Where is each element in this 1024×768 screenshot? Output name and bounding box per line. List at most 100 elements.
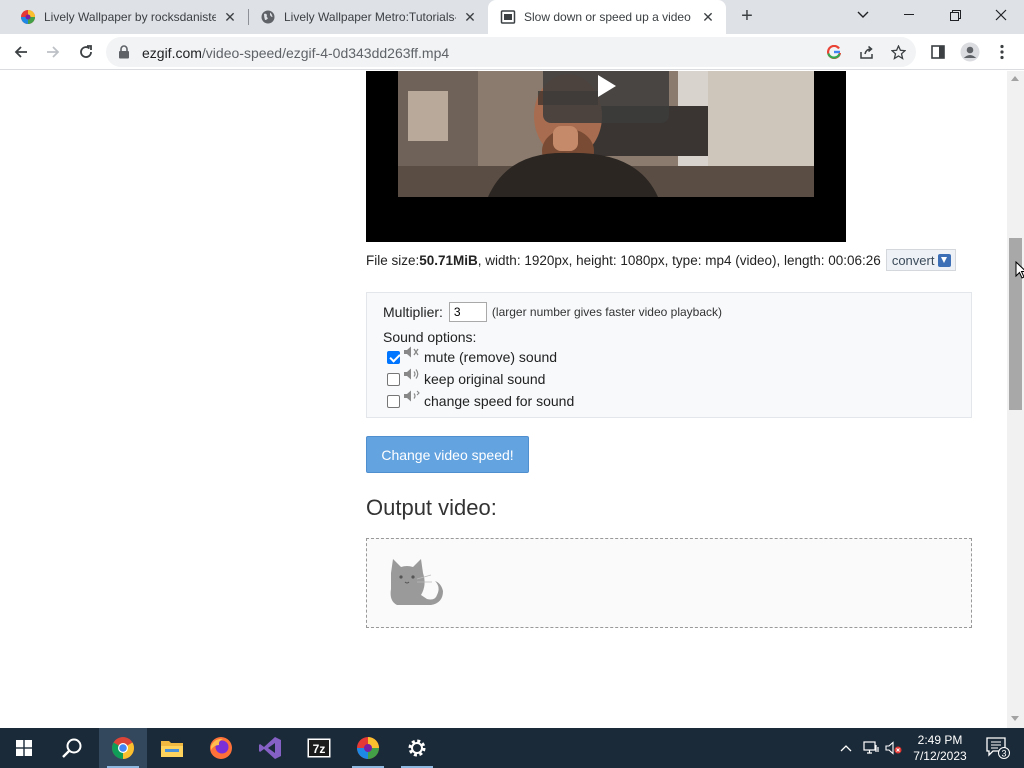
sound-option-mute[interactable]: mute (remove) sound xyxy=(387,346,558,365)
taskbar-settings[interactable] xyxy=(393,728,441,768)
clock-date: 7/12/2023 xyxy=(913,749,967,763)
file-size-value: 50.71MiB xyxy=(419,252,478,268)
browser-toolbar: ezgif.com/video-speed/ezgif-4-0d343dd263… xyxy=(0,34,1024,70)
volume-button[interactable] xyxy=(884,728,904,768)
notification-icon: 3 xyxy=(986,737,1010,759)
file-details: , width: 1920px, height: 1080px, type: m… xyxy=(477,252,881,268)
reload-button[interactable] xyxy=(74,40,98,64)
tab-lively-wallpaper[interactable]: Lively Wallpaper by rocksdanister ✕ xyxy=(8,0,248,34)
sound-option-label: mute (remove) sound xyxy=(424,349,558,365)
arrow-left-icon xyxy=(14,46,27,58)
url-host: ezgif.com xyxy=(142,45,202,61)
chevron-down-icon xyxy=(857,11,869,18)
start-button[interactable] xyxy=(0,728,48,768)
tab-strip: Lively Wallpaper by rocksdanister ✕ Live… xyxy=(0,0,1024,34)
close-icon[interactable]: ✕ xyxy=(700,9,716,25)
multiplier-label: Multiplier: xyxy=(383,304,443,320)
side-panel-button[interactable] xyxy=(926,40,950,64)
scroll-down-arrow-icon[interactable] xyxy=(1011,716,1019,721)
search-button[interactable] xyxy=(48,728,96,768)
action-center-button[interactable]: 3 xyxy=(978,728,1018,768)
url-text[interactable]: ezgif.com/video-speed/ezgif-4-0d343dd263… xyxy=(142,45,449,61)
minimize-icon xyxy=(904,14,914,15)
minimize-button[interactable] xyxy=(886,0,932,30)
close-window-button[interactable] xyxy=(978,0,1024,30)
lively-wallpaper-favicon-icon xyxy=(21,10,35,24)
tab-lively-tutorials[interactable]: Lively Wallpaper Metro:Tutorials- ✕ xyxy=(248,0,488,34)
download-arrow-icon xyxy=(938,253,952,267)
taskbar-clock[interactable]: 2:49 PM 7/12/2023 xyxy=(904,732,976,764)
multiplier-hint: (larger number gives faster video playba… xyxy=(491,305,723,319)
scroll-up-arrow-icon[interactable] xyxy=(1011,76,1019,81)
network-icon xyxy=(863,741,879,754)
clock-time: 2:49 PM xyxy=(917,733,963,747)
taskbar-chrome[interactable] xyxy=(99,728,147,768)
play-button[interactable] xyxy=(543,71,669,123)
notification-count: 3 xyxy=(1001,749,1006,759)
back-button[interactable] xyxy=(9,40,33,64)
file-info: File size: 50.71MiB , width: 1920px, hei… xyxy=(366,249,957,271)
taskbar-7zip[interactable]: 7z xyxy=(295,728,343,768)
video-player[interactable] xyxy=(366,71,846,242)
folder-icon xyxy=(161,741,183,757)
restore-button[interactable] xyxy=(932,0,978,30)
taskbar-file-explorer[interactable] xyxy=(148,728,196,768)
mute-sound-checkbox[interactable] xyxy=(387,350,400,364)
tab-title: Slow down or speed up a video - xyxy=(524,10,694,24)
network-button[interactable] xyxy=(860,728,882,768)
google-icon xyxy=(827,45,841,59)
convert-label: convert xyxy=(891,252,935,268)
chevron-up-icon xyxy=(840,745,852,752)
share-button[interactable] xyxy=(854,40,878,64)
keep-sound-checkbox[interactable] xyxy=(387,372,400,386)
sound-options-label: Sound options: xyxy=(383,329,477,345)
sound-option-keep[interactable]: keep original sound xyxy=(387,368,546,387)
star-icon xyxy=(890,44,906,60)
show-hidden-icons-button[interactable] xyxy=(836,728,856,768)
lively-wallpaper-icon xyxy=(357,737,379,759)
windows-taskbar: 7z 2:49 PM 7/12/2023 3 xyxy=(0,728,1024,768)
more-vertical-icon xyxy=(1000,44,1004,60)
menu-button[interactable] xyxy=(990,40,1014,64)
sound-option-label: keep original sound xyxy=(424,371,546,387)
change-speed-sound-checkbox[interactable] xyxy=(387,394,400,408)
bookmark-button[interactable] xyxy=(886,40,910,64)
globe-icon xyxy=(261,10,275,24)
sound-option-change-speed[interactable]: change speed for sound xyxy=(387,390,574,409)
arrow-right-icon xyxy=(47,46,60,58)
visual-studio-icon xyxy=(259,737,281,759)
profile-button[interactable] xyxy=(958,40,982,64)
address-bar[interactable]: ezgif.com/video-speed/ezgif-4-0d343dd263… xyxy=(106,37,916,67)
new-tab-button[interactable]: + xyxy=(736,6,758,28)
tab-search-button[interactable] xyxy=(840,0,886,30)
speaker-icon xyxy=(404,368,419,380)
convert-button[interactable]: convert xyxy=(885,249,957,271)
url-path: /video-speed/ezgif-4-0d343dd263ff.mp4 xyxy=(201,45,450,61)
windows-logo-icon xyxy=(16,740,32,756)
7zip-icon: 7z xyxy=(307,738,331,758)
close-icon[interactable]: ✕ xyxy=(462,9,478,25)
tab-title: Lively Wallpaper by rocksdanister xyxy=(44,10,216,24)
close-icon[interactable]: ✕ xyxy=(222,9,238,25)
svg-text:7z: 7z xyxy=(313,742,326,756)
taskbar-lively-wallpaper[interactable] xyxy=(344,728,392,768)
output-video-heading: Output video: xyxy=(366,495,497,520)
reload-icon xyxy=(80,45,92,58)
lock-icon[interactable] xyxy=(118,45,130,59)
chrome-icon xyxy=(112,737,134,759)
taskbar-visual-studio[interactable] xyxy=(246,728,294,768)
close-icon xyxy=(995,9,1007,21)
side-panel-icon xyxy=(931,45,945,59)
taskbar-firefox[interactable] xyxy=(197,728,245,768)
firefox-icon xyxy=(210,737,232,759)
forward-button[interactable] xyxy=(41,40,65,64)
change-video-speed-button[interactable]: Change video speed! xyxy=(366,436,529,473)
ezgif-favicon-icon xyxy=(500,10,516,24)
cat-mascot-icon xyxy=(390,559,443,605)
page-viewport: File size: 50.71MiB , width: 1920px, hei… xyxy=(0,71,1007,728)
google-lens-button[interactable] xyxy=(822,40,846,64)
tab-ezgif-video-speed[interactable]: Slow down or speed up a video - ✕ xyxy=(488,0,726,34)
page-scrollbar[interactable] xyxy=(1007,71,1024,728)
multiplier-input[interactable] xyxy=(448,302,487,322)
speaker-speed-icon xyxy=(404,390,420,402)
